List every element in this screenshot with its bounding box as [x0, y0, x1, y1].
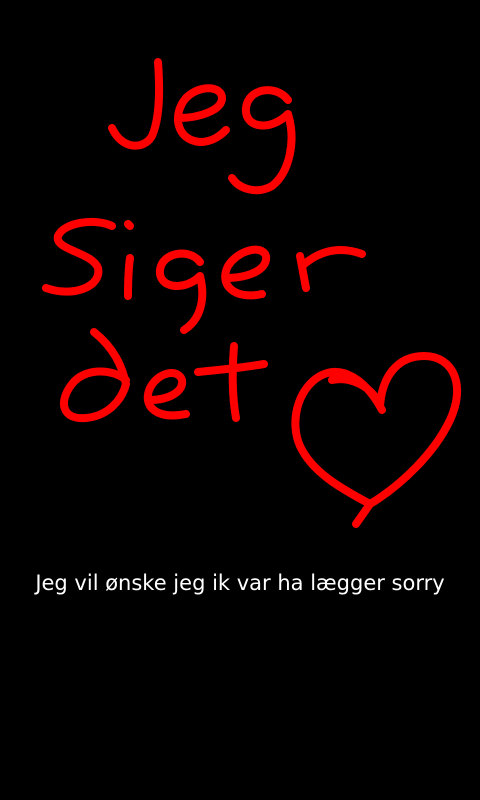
- stroke-i: [124, 254, 134, 300]
- stroke-j: [108, 58, 164, 150]
- stroke-r: [296, 246, 366, 292]
- drawn-word-siger: [42, 217, 366, 334]
- stroke-i-dot: [124, 220, 134, 230]
- drawn-heart-tail: [352, 500, 374, 528]
- freehand-drawing: [42, 58, 462, 528]
- caption-text: Jeg vil ønske jeg ik var ha lægger sorry: [35, 571, 445, 595]
- drawn-heart: [291, 352, 462, 508]
- stroke-s: [42, 217, 116, 296]
- stroke-t: [194, 342, 268, 422]
- stroke-g: [228, 86, 296, 195]
- snap-canvas[interactable]: Jeg vil ønske jeg ik var ha lægger sorry: [0, 0, 480, 800]
- stroke-g2: [156, 249, 207, 334]
- drawn-word-det: [60, 328, 268, 423]
- stroke-e3: [143, 369, 190, 420]
- stroke-e: [174, 84, 230, 146]
- caption-bar[interactable]: Jeg vil ønske jeg ik var ha lægger sorry: [0, 560, 480, 606]
- stroke-e2: [221, 245, 271, 300]
- drawn-word-jeg: [108, 58, 296, 195]
- stroke-d: [60, 328, 130, 423]
